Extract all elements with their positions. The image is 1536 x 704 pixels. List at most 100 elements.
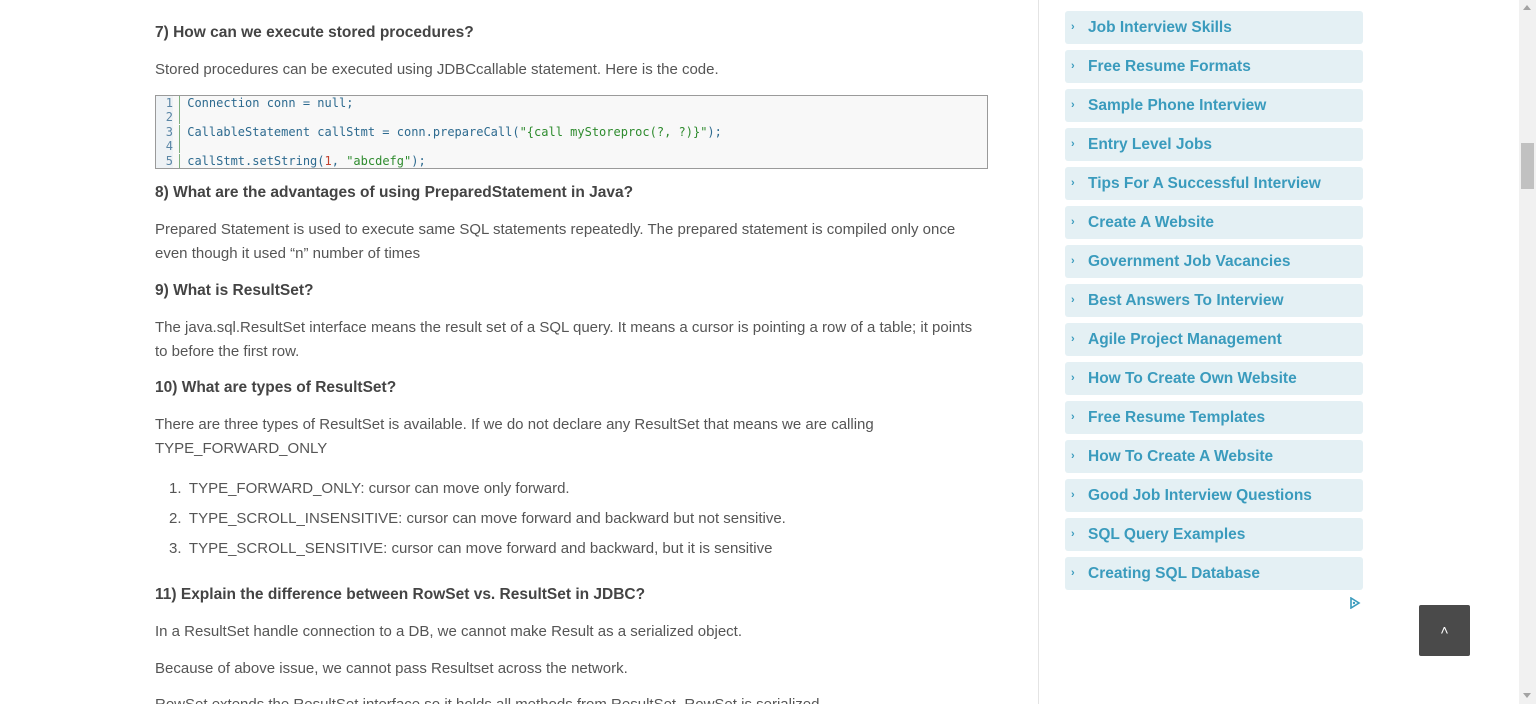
paragraph-11b: Because of above issue, we cannot pass R… — [155, 660, 628, 677]
code-line-1: 1 Connection conn = null; — [156, 96, 353, 110]
code-text: Connection conn = — [187, 96, 318, 110]
sidebar-item-label: Best Answers To Interview — [1088, 292, 1284, 309]
chevron-right-icon: › — [1071, 216, 1075, 228]
code-text: CallableStatement callStmt = conn.prepar… — [187, 125, 520, 139]
adchoices-icon-graphic — [1350, 596, 1361, 610]
sidebar-item-label: Sample Phone Interview — [1088, 97, 1267, 114]
question-heading-10: 10) What are types of ResultSet? — [155, 379, 397, 396]
paragraph-10: There are three types of ResultSet is av… — [155, 416, 874, 457]
chevron-right-icon: › — [1071, 60, 1075, 72]
code-string: "{call myStoreproc(?, ?)}" — [519, 125, 708, 139]
sidebar-links: › Job Interview Skills › Free Resume Forma… — [1065, 11, 1363, 596]
code-text: callStmt.setString( — [187, 154, 325, 168]
paragraph-11c: RowSet extends the ResultSet interface s… — [155, 693, 988, 704]
code-text: ; — [346, 96, 354, 110]
sidebar-item-label: Create A Website — [1088, 214, 1215, 231]
sidebar-item-label: Creating SQL Database — [1088, 565, 1260, 582]
page: 7) How can we execute stored procedures?… — [0, 0, 1536, 704]
scroll-down-arrow-icon[interactable] — [1523, 693, 1531, 698]
sidebar-item-label: Tips For A Successful Interview — [1088, 175, 1321, 192]
sidebar-item-label: Free Resume Formats — [1088, 58, 1251, 75]
question-heading-9: 9) What is ResultSet? — [155, 282, 314, 299]
sidebar-item-sample-phone-interview[interactable]: › Sample Phone Interview — [1065, 89, 1363, 122]
sidebar-item-free-resume-templates[interactable]: › Free Resume Templates — [1065, 401, 1363, 434]
sidebar-item-label: Good Job Interview Questions — [1088, 487, 1312, 504]
line-number: 3 — [156, 125, 180, 139]
code-block: 1 Connection conn = null; 2 3 CallableSt… — [155, 95, 988, 169]
line-number: 5 — [156, 154, 180, 168]
paragraph-11a: In a ResultSet handle connection to a DB… — [155, 623, 742, 640]
line-number: 2 — [156, 110, 180, 124]
list-number: 3. — [169, 540, 182, 557]
chevron-right-icon: › — [1071, 255, 1075, 267]
chevron-up-icon: ˄ — [1440, 622, 1449, 638]
code-keyword: null — [317, 96, 347, 110]
code-line-3: 3 CallableStatement callStmt = conn.prep… — [156, 125, 722, 139]
chevron-right-icon: › — [1071, 99, 1075, 111]
resultset-types-list: 1. TYPE_FORWARD_ONLY: cursor can move on… — [169, 478, 786, 568]
code-text: , — [331, 154, 347, 168]
sidebar-item-label: How To Create A Website — [1088, 448, 1274, 465]
paragraph-7: Stored procedures can be executed using … — [155, 61, 719, 78]
sidebar-item-best-answers-interview[interactable]: › Best Answers To Interview — [1065, 284, 1363, 317]
code-string: "abcdefg" — [346, 154, 412, 168]
sidebar-item-how-to-create-a-website[interactable]: › How To Create A Website — [1065, 440, 1363, 473]
sidebar-item-label: Agile Project Management — [1088, 331, 1282, 348]
list-item-text: TYPE_SCROLL_SENSITIVE: cursor can move f… — [188, 540, 773, 557]
sidebar-item-how-to-create-own-website[interactable]: › How To Create Own Website — [1065, 362, 1363, 395]
chevron-right-icon: › — [1071, 411, 1075, 423]
list-number: 2. — [169, 510, 182, 527]
line-number: 1 — [156, 96, 180, 110]
sidebar-item-agile-project-management[interactable]: › Agile Project Management — [1065, 323, 1363, 356]
adchoices-icon[interactable] — [1349, 596, 1361, 610]
sidebar-item-entry-level-jobs[interactable]: › Entry Level Jobs — [1065, 128, 1363, 161]
scrollbar-thumb[interactable] — [1521, 143, 1534, 189]
sidebar-item-label: Government Job Vacancies — [1088, 253, 1291, 270]
sidebar-item-tips-successful-interview[interactable]: › Tips For A Successful Interview — [1065, 167, 1363, 200]
chevron-right-icon: › — [1071, 450, 1075, 462]
chevron-right-icon: › — [1071, 294, 1075, 306]
chevron-right-icon: › — [1071, 489, 1075, 501]
sidebar-item-label: Job Interview Skills — [1088, 19, 1232, 36]
sidebar-item-create-a-website[interactable]: › Create A Website — [1065, 206, 1363, 239]
sidebar-item-sql-query-examples[interactable]: › SQL Query Examples — [1065, 518, 1363, 551]
code-line-2: 2 — [156, 110, 180, 124]
column-divider — [1038, 0, 1039, 704]
chevron-right-icon: › — [1071, 528, 1075, 540]
chevron-right-icon: › — [1071, 372, 1075, 384]
vertical-scrollbar[interactable] — [1519, 0, 1536, 704]
sidebar-item-job-interview-skills[interactable]: › Job Interview Skills — [1065, 11, 1363, 44]
paragraph-9: The java.sql.ResultSet interface means t… — [155, 319, 973, 360]
list-item: 2. TYPE_SCROLL_INSENSITIVE: cursor can m… — [169, 508, 786, 538]
chevron-right-icon: › — [1071, 138, 1075, 150]
sidebar-item-label: Entry Level Jobs — [1088, 136, 1213, 153]
list-number: 1. — [169, 480, 182, 497]
chevron-right-icon: › — [1071, 567, 1075, 579]
code-line-5: 5 callStmt.setString(1, "abcdefg"); — [156, 154, 426, 168]
list-item-text: TYPE_SCROLL_INSENSITIVE: cursor can move… — [188, 510, 786, 527]
code-line-4: 4 — [156, 139, 180, 153]
sidebar-item-label: Free Resume Templates — [1088, 409, 1266, 426]
question-heading-8: 8) What are the advantages of using Prep… — [155, 184, 634, 201]
chevron-right-icon: › — [1071, 21, 1075, 33]
scroll-up-arrow-icon[interactable] — [1523, 5, 1531, 10]
code-number: 1 — [324, 154, 332, 168]
sidebar-item-label: SQL Query Examples — [1088, 526, 1246, 543]
chevron-right-icon: › — [1071, 177, 1075, 189]
question-heading-11: 11) Explain the difference between RowSe… — [155, 586, 646, 603]
code-text: ); — [707, 125, 722, 139]
sidebar-item-label: How To Create Own Website — [1088, 370, 1297, 387]
sidebar-item-creating-sql-database[interactable]: › Creating SQL Database — [1065, 557, 1363, 590]
question-heading-7: 7) How can we execute stored procedures? — [155, 24, 474, 41]
code-text: ); — [411, 154, 426, 168]
chevron-right-icon: › — [1071, 333, 1075, 345]
sidebar-item-free-resume-formats[interactable]: › Free Resume Formats — [1065, 50, 1363, 83]
sidebar-item-government-job-vacancies[interactable]: › Government Job Vacancies — [1065, 245, 1363, 278]
sidebar-item-good-job-interview-questions[interactable]: › Good Job Interview Questions — [1065, 479, 1363, 512]
line-number: 4 — [156, 139, 180, 153]
list-item: 3. TYPE_SCROLL_SENSITIVE: cursor can mov… — [169, 538, 786, 568]
back-to-top-button[interactable]: ˄ — [1419, 605, 1470, 656]
paragraph-8: Prepared Statement is used to execute sa… — [155, 221, 956, 262]
list-item: 1. TYPE_FORWARD_ONLY: cursor can move on… — [169, 478, 786, 508]
list-item-text: TYPE_FORWARD_ONLY: cursor can move only … — [188, 480, 570, 497]
